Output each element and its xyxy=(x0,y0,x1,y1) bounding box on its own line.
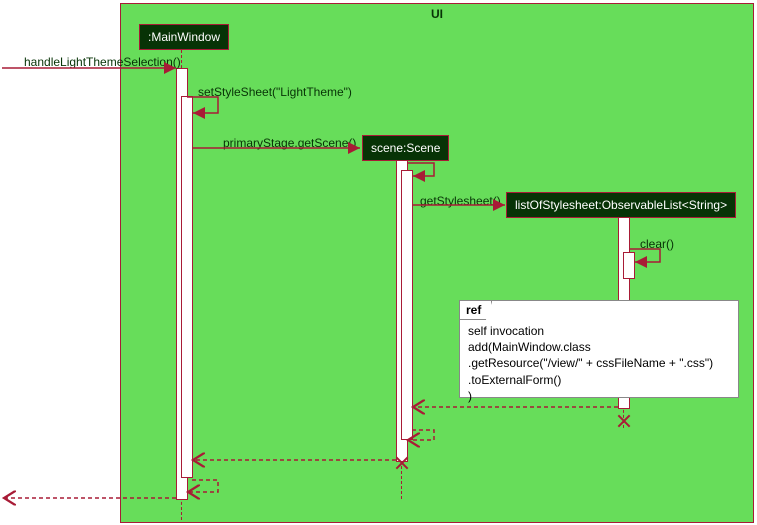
ref-line4: .toExternalForm() xyxy=(468,373,561,387)
msg-clear: clear() xyxy=(640,237,674,251)
lifeline-list: listOfStylesheet:ObservableList<String> xyxy=(506,192,736,218)
activation-list-clear xyxy=(623,252,635,279)
ref-fragment: ref self invocation add(MainWindow.class… xyxy=(459,300,739,398)
frame-label: UI xyxy=(431,7,443,21)
lifeline-main-label: :MainWindow xyxy=(148,30,220,44)
msg-setstyle: setStyleSheet("LightTheme") xyxy=(198,85,352,99)
destroy-scene-icon xyxy=(394,455,410,471)
msg-getscene: primaryStage.getScene() xyxy=(223,136,356,150)
ref-line3: .getResource("/view/" + cssFileName + ".… xyxy=(468,356,713,370)
lifeline-scene-label: scene:Scene xyxy=(371,141,440,155)
sequence-diagram: UI :MainWindow scene:Scene listOfStylesh… xyxy=(0,0,757,525)
activation-scene-inner xyxy=(401,170,413,440)
ref-line1: self invocation xyxy=(468,324,544,338)
frame-ui: UI xyxy=(120,3,754,523)
ref-line2: add(MainWindow.class xyxy=(468,340,591,354)
msg-handle: handleLightThemeSelection() xyxy=(24,55,181,69)
lifeline-list-label: listOfStylesheet:ObservableList<String> xyxy=(515,198,727,212)
activation-main-inner xyxy=(181,96,193,478)
ref-line5: ) xyxy=(468,389,472,403)
lifeline-main: :MainWindow xyxy=(139,24,229,50)
ref-body: self invocation add(MainWindow.class .ge… xyxy=(460,301,738,410)
msg-getstylesheet: getStylesheet() xyxy=(420,194,501,208)
destroy-list-icon xyxy=(616,413,632,429)
lifeline-scene: scene:Scene xyxy=(362,135,449,161)
